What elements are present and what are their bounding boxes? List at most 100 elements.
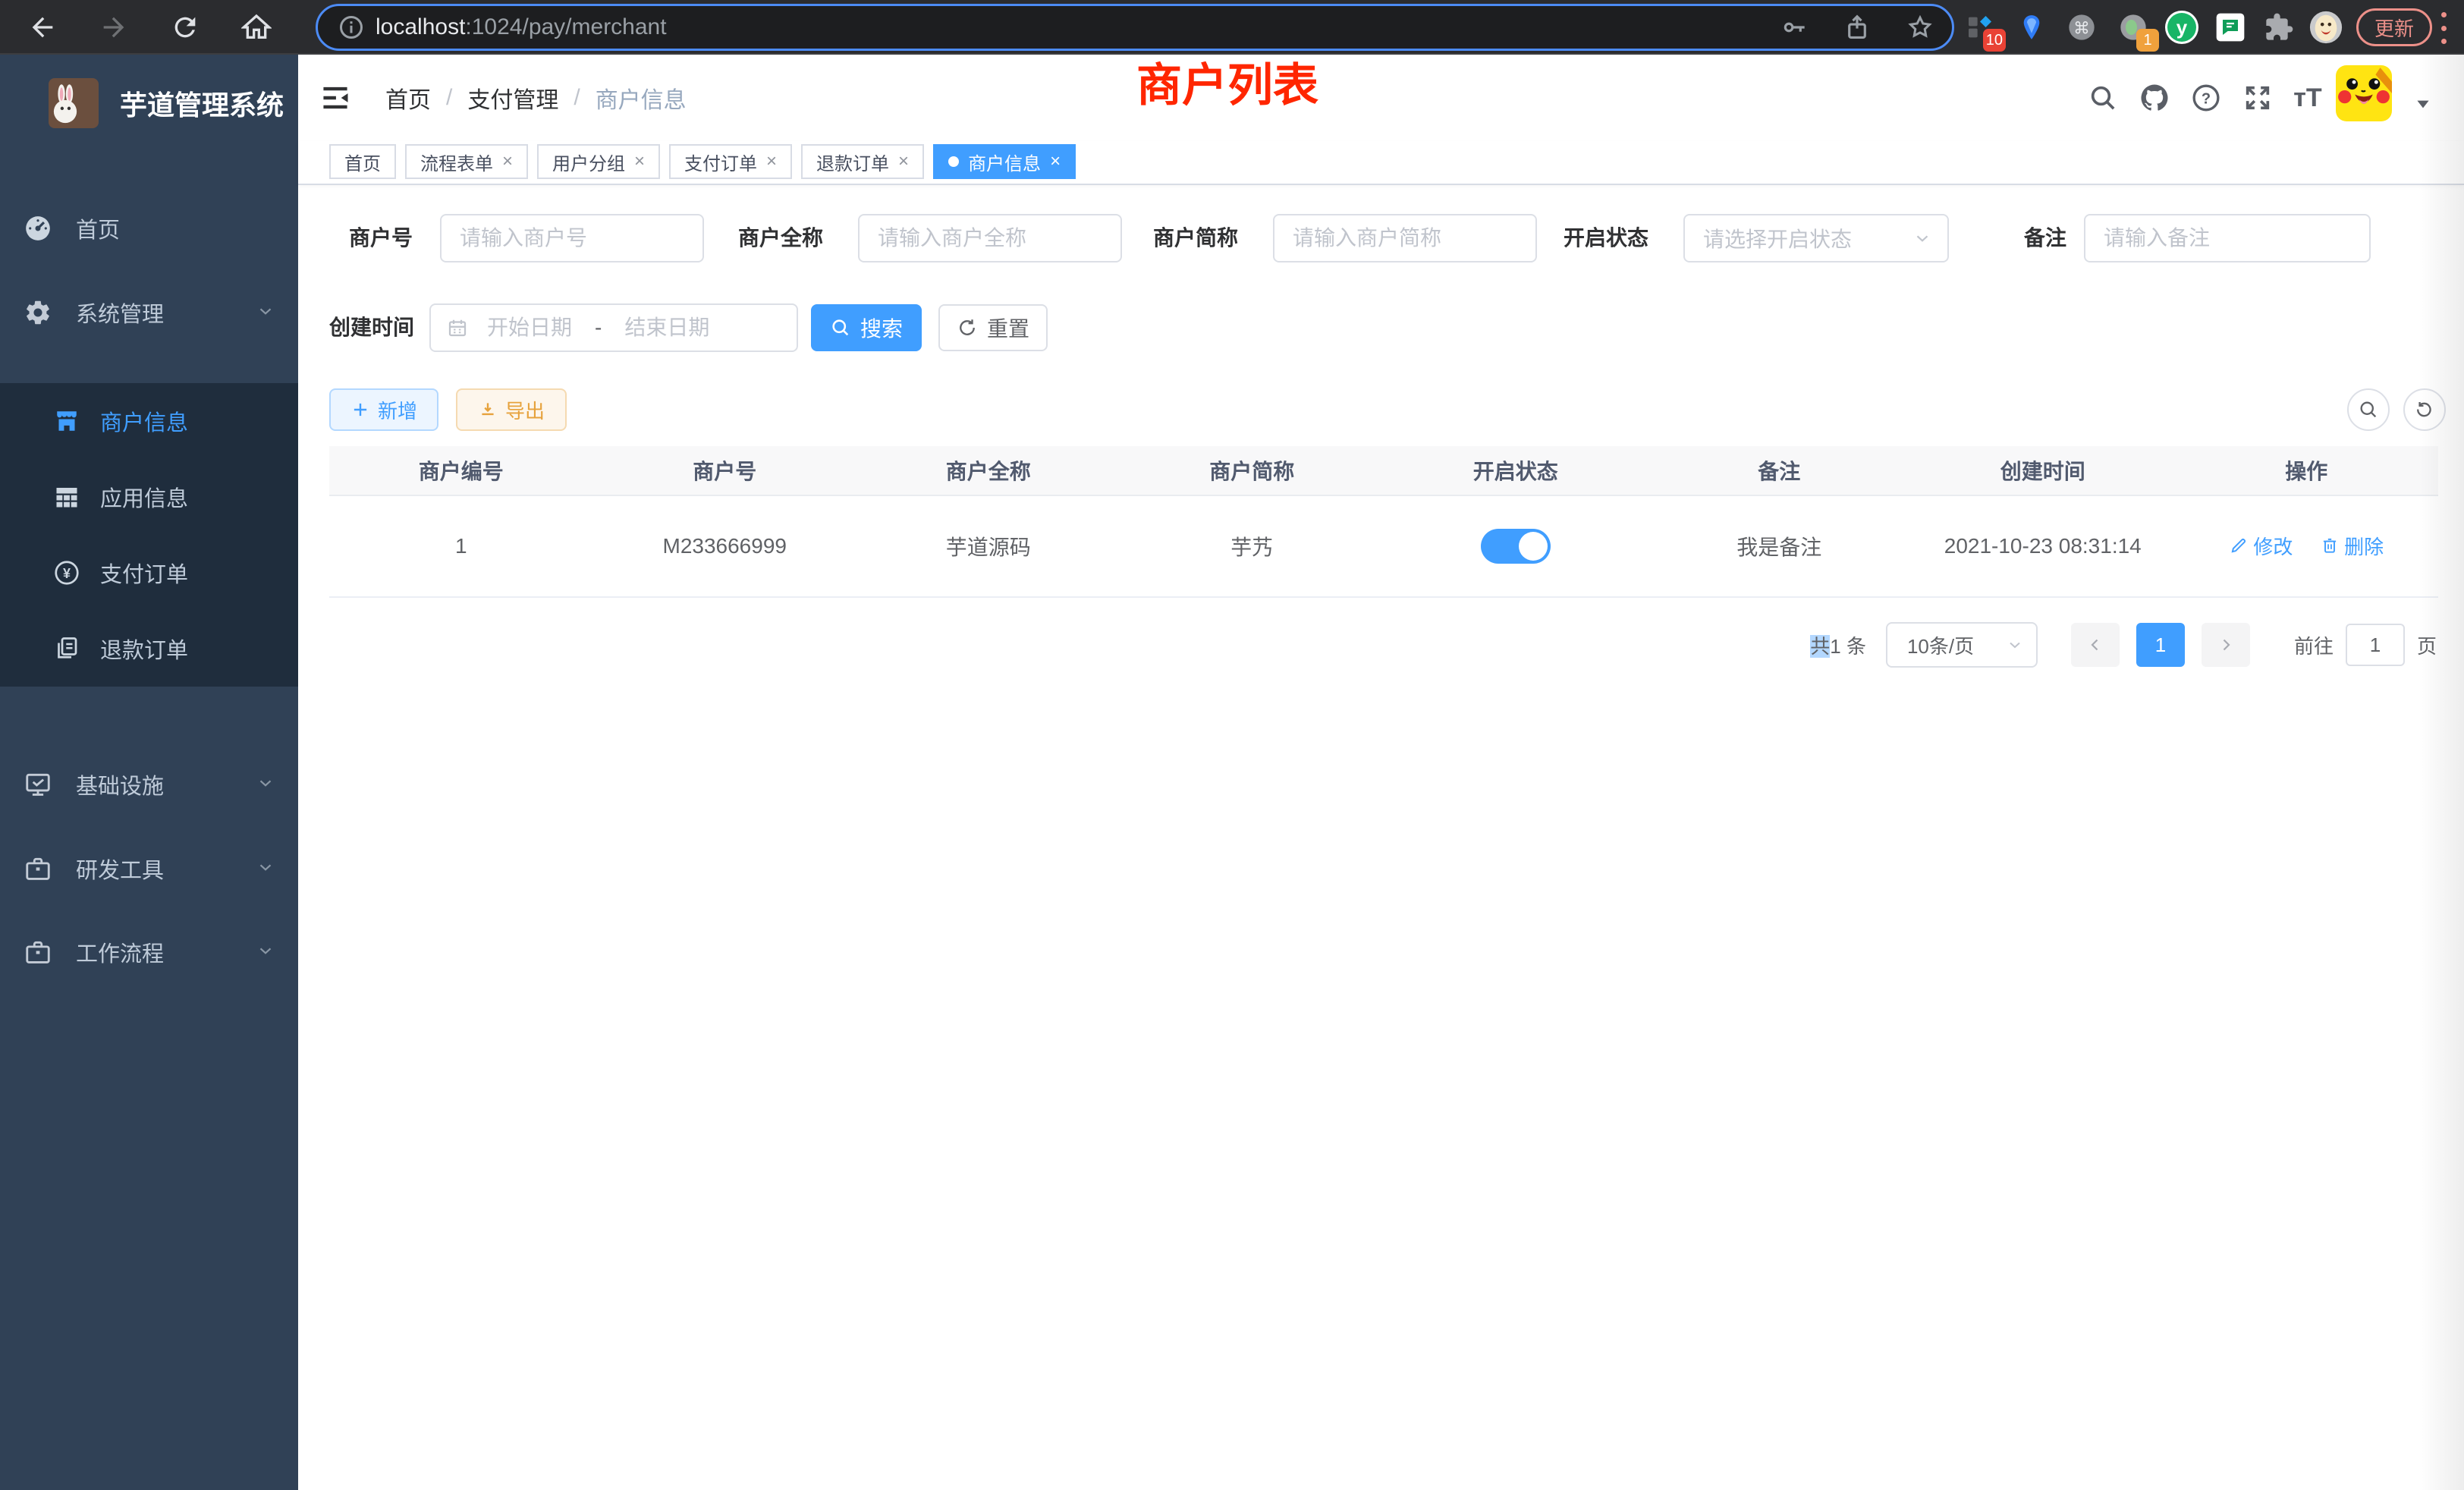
address-bar[interactable]: localhost:1024/pay/merchant — [316, 4, 1954, 51]
header-search-icon[interactable] — [2079, 74, 2126, 121]
close-icon[interactable]: × — [502, 151, 513, 172]
tab-user-group[interactable]: 用户分组× — [537, 144, 660, 179]
sidebar-collapse-icon[interactable] — [312, 74, 359, 121]
close-icon[interactable]: × — [898, 151, 909, 172]
extension-chat-icon[interactable] — [2211, 8, 2250, 47]
status-toggle-on[interactable] — [1481, 529, 1551, 564]
caret-down-icon[interactable] — [2400, 80, 2447, 127]
tab-pay-order[interactable]: 支付订单× — [669, 144, 792, 179]
sidebar-item-app-info[interactable]: 应用信息 — [0, 459, 298, 535]
chevron-down-icon — [256, 857, 275, 881]
col-full-name: 商户全称 — [856, 455, 1120, 486]
sidebar-item-home[interactable]: 首页 — [0, 187, 298, 270]
range-separator: - — [595, 316, 602, 340]
export-button[interactable]: 导出 — [456, 388, 567, 431]
reset-button[interactable]: 重置 — [938, 304, 1048, 351]
scrollbar-gutter — [2418, 55, 2464, 1490]
extension-pin-icon[interactable] — [2012, 8, 2051, 47]
back-button[interactable] — [21, 6, 64, 49]
close-icon[interactable]: × — [634, 151, 645, 172]
merchant-no-input[interactable] — [440, 214, 704, 262]
extension-proxy-icon[interactable]: 1 — [2114, 8, 2153, 47]
forward-button[interactable] — [93, 6, 135, 49]
sidebar-item-system[interactable]: 系统管理 — [0, 271, 298, 354]
cell-status — [1384, 529, 1648, 564]
add-button[interactable]: 新增 — [329, 388, 438, 431]
create-time-range-picker[interactable]: - — [429, 303, 798, 352]
page-size-select[interactable]: 10条/页 — [1886, 622, 2038, 668]
extensions-puzzle-icon[interactable] — [2259, 8, 2299, 47]
tab-merchant-info[interactable]: 商户信息× — [933, 144, 1076, 179]
pagination: 共1 条 10条/页 1 前往 页 — [1810, 621, 2437, 669]
bookmark-star-icon[interactable] — [1905, 12, 1935, 42]
payment-submenu: 商户信息 应用信息 ¥ 支付订单 退款订单 — [0, 383, 298, 687]
col-remark: 备注 — [1648, 455, 1912, 486]
end-date-input[interactable] — [606, 316, 728, 340]
sidebar-item-label: 商户信息 — [100, 405, 188, 437]
top-navbar: 首页 / 支付管理 / 商户信息 ? тT — [298, 55, 2464, 141]
tab-home[interactable]: 首页 — [329, 144, 396, 179]
short-name-input[interactable] — [1273, 214, 1537, 262]
refresh-icon — [957, 317, 978, 338]
chrome-update-button[interactable]: 更新 — [2356, 8, 2432, 46]
reload-button[interactable] — [164, 6, 206, 49]
cell-merchant-id: 1 — [329, 534, 593, 558]
browser-menu-icon[interactable] — [2438, 12, 2449, 44]
chevron-down-icon — [1912, 228, 1932, 248]
edit-link[interactable]: 修改 — [2229, 532, 2293, 560]
fullscreen-icon[interactable] — [2234, 74, 2281, 121]
help-icon[interactable]: ? — [2183, 74, 2230, 121]
status-select[interactable]: 请选择开启状态 — [1683, 214, 1949, 262]
plus-icon — [350, 400, 370, 420]
tab-process-form[interactable]: 流程表单× — [405, 144, 528, 179]
breadcrumb-home[interactable]: 首页 — [385, 81, 431, 115]
next-page-button[interactable] — [2202, 623, 2250, 667]
refresh-table-button[interactable] — [2403, 388, 2446, 431]
sidebar-item-workflow[interactable]: 工作流程 — [0, 910, 298, 994]
search-icon — [830, 317, 851, 338]
share-icon[interactable] — [1843, 13, 1872, 42]
home-button[interactable] — [235, 6, 278, 49]
sidebar-item-merchant-info[interactable]: 商户信息 — [0, 383, 298, 459]
sidebar-item-refund-order[interactable]: 退款订单 — [0, 611, 298, 687]
merchant-no-label: 商户号 — [349, 214, 413, 262]
tab-refund-order[interactable]: 退款订单× — [801, 144, 924, 179]
col-merchant-id: 商户编号 — [329, 455, 593, 486]
full-name-label: 商户全称 — [738, 214, 823, 262]
page-number-button[interactable]: 1 — [2136, 623, 2185, 667]
start-date-input[interactable] — [469, 316, 590, 340]
github-icon[interactable] — [2131, 74, 2178, 121]
prev-page-button[interactable] — [2071, 623, 2120, 667]
breadcrumb-payment[interactable]: 支付管理 — [467, 81, 558, 115]
extension-workspaces-icon[interactable]: 10 — [1960, 8, 2000, 47]
sidebar-item-pay-order[interactable]: ¥ 支付订单 — [0, 535, 298, 611]
password-key-icon[interactable] — [1780, 13, 1809, 42]
site-info-icon[interactable] — [338, 14, 365, 41]
app-logo-row[interactable]: 芋道管理系统 — [0, 65, 298, 141]
cell-create-time: 2021-10-23 08:31:14 — [1911, 534, 2175, 558]
cell-short-name: 芋艿 — [1120, 531, 1384, 561]
extension-command-icon[interactable]: ⌘ — [2062, 8, 2101, 47]
sidebar-item-infrastructure[interactable]: 基础设施 — [0, 743, 298, 826]
col-actions: 操作 — [2175, 455, 2439, 486]
close-icon[interactable]: × — [1050, 151, 1061, 172]
close-icon[interactable]: × — [766, 151, 777, 172]
cell-merchant-no: M233666999 — [593, 534, 857, 558]
toggle-search-button[interactable] — [2347, 388, 2390, 431]
delete-link[interactable]: 删除 — [2320, 532, 2384, 560]
extension-yudao-icon[interactable]: y — [2162, 8, 2202, 47]
grid-icon — [50, 483, 83, 511]
font-size-icon[interactable]: тT — [2284, 74, 2331, 121]
cell-actions: 修改 删除 — [2175, 532, 2439, 561]
search-button[interactable]: 搜索 — [811, 304, 922, 351]
profile-avatar-icon[interactable] — [2306, 8, 2346, 47]
breadcrumb-separator: / — [446, 85, 452, 111]
col-status: 开启状态 — [1384, 455, 1648, 486]
user-avatar[interactable] — [2336, 65, 2392, 121]
full-name-input[interactable] — [858, 214, 1122, 262]
dashboard-icon — [21, 214, 55, 243]
chevron-down-icon — [2006, 636, 2024, 654]
goto-page-input[interactable] — [2346, 624, 2405, 666]
remark-input[interactable] — [2084, 214, 2371, 262]
sidebar-item-dev-tools[interactable]: 研发工具 — [0, 827, 298, 910]
